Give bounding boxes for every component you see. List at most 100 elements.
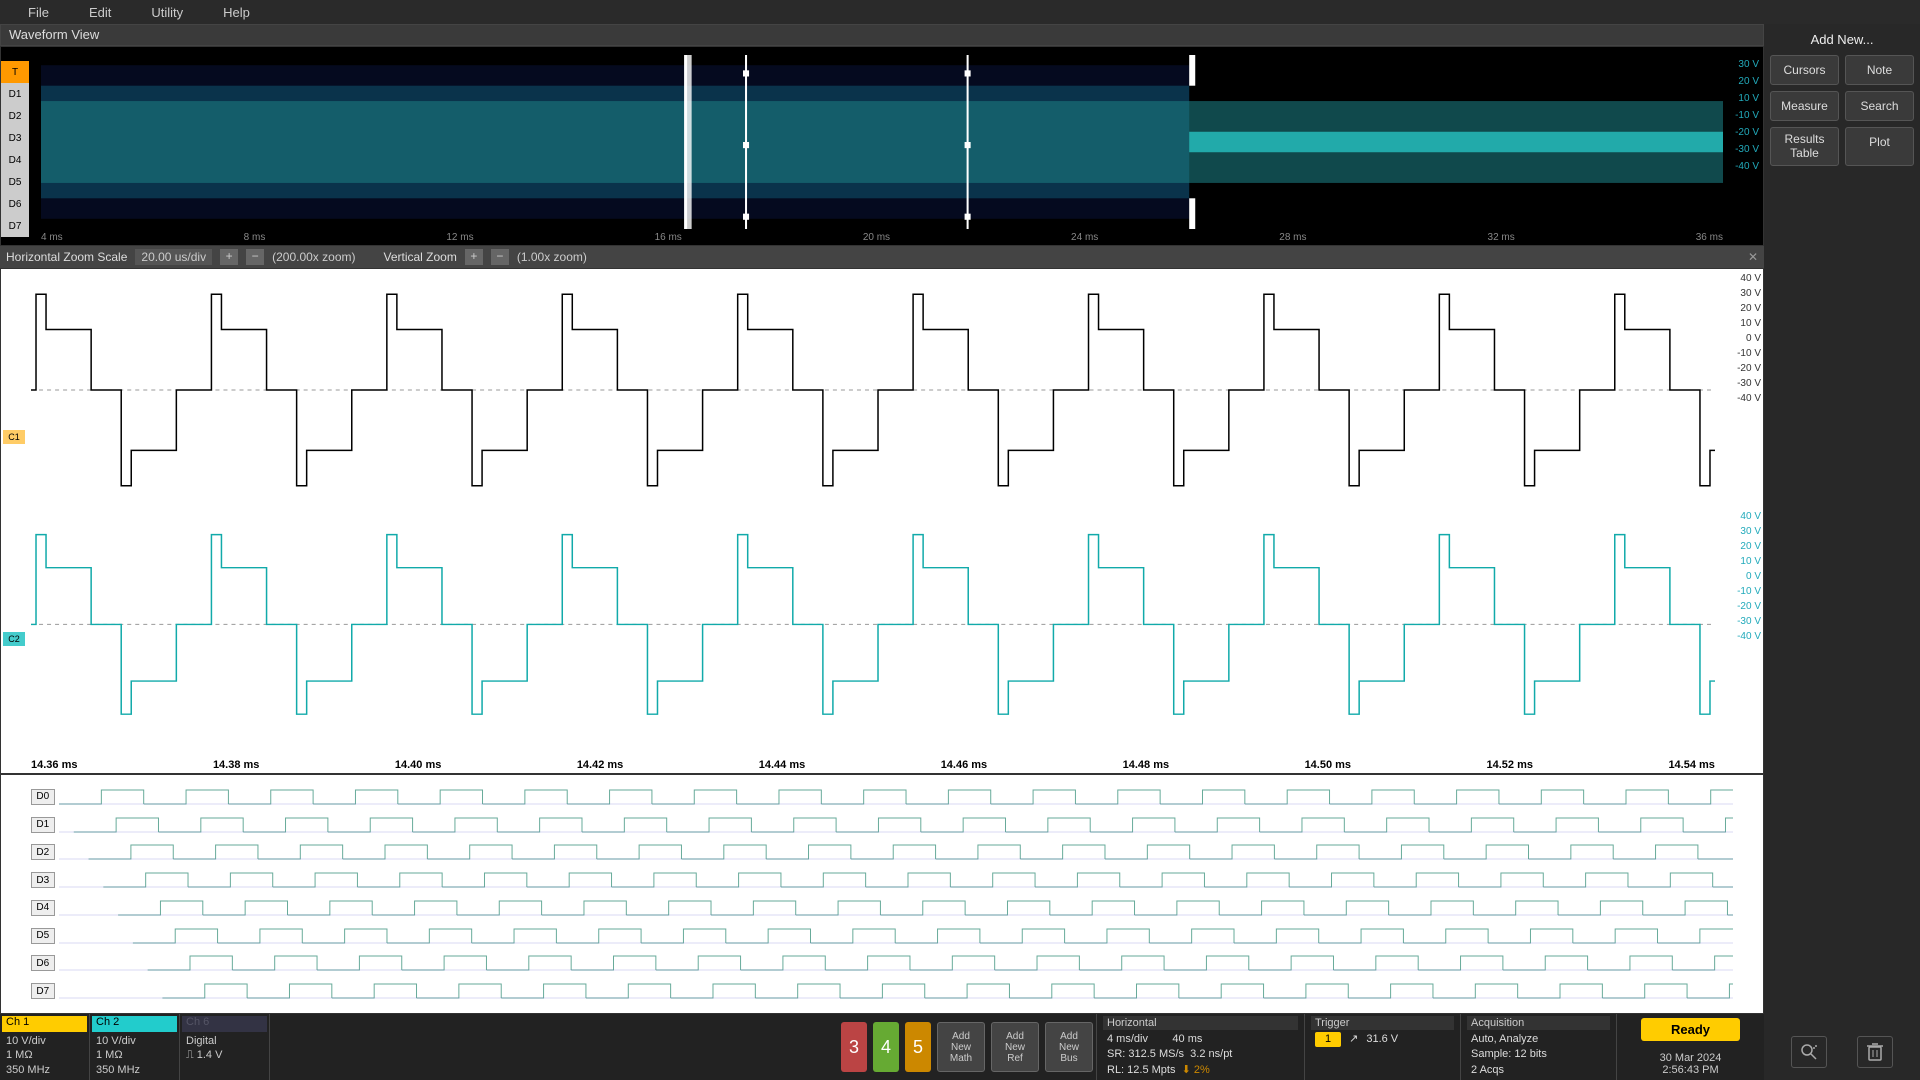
wf-scale2: -20 V: [1737, 601, 1761, 612]
ch6-panel[interactable]: Ch 6 Digital ⎍ 1.4 V: [180, 1014, 270, 1080]
ch2-panel[interactable]: Ch 2 10 V/div 1 MΩ 350 MHz: [90, 1014, 180, 1080]
wf-time: 14.54 ms: [1668, 759, 1714, 771]
overview-d4-label[interactable]: D4: [1, 149, 29, 171]
menu-utility[interactable]: Utility: [131, 5, 203, 20]
digital-label: D1: [31, 817, 55, 833]
waveform-main[interactable]: C1 C2 40 V 30 V 20 V: [0, 268, 1764, 774]
digital-label: D6: [31, 955, 55, 971]
overview-d6-label[interactable]: D6: [1, 193, 29, 215]
cursors-button[interactable]: Cursors: [1770, 55, 1839, 85]
digital-row-d1[interactable]: D1: [31, 811, 1733, 839]
add-new-header: Add New...: [1770, 30, 1914, 49]
bottom-bar: Ch 1 10 V/div 1 MΩ 350 MHz Ch 2 10 V/div…: [0, 1014, 1764, 1080]
wf-time: 14.36 ms: [31, 759, 77, 771]
wf-scale1: -30 V: [1737, 378, 1761, 389]
wf-scale1: -40 V: [1737, 393, 1761, 404]
wf-time: 14.48 ms: [1123, 759, 1169, 771]
acquisition-panel[interactable]: Acquisition Auto, Analyze Sample: 12 bit…: [1460, 1014, 1616, 1080]
hzoom-minus[interactable]: −: [246, 249, 264, 265]
digital-row-d3[interactable]: D3: [31, 866, 1733, 894]
ov-scale-v: -40 V: [1735, 161, 1759, 172]
ch6-tab[interactable]: Ch 6: [182, 1016, 267, 1032]
horizontal-panel[interactable]: Horizontal 4 ms/div 40 ms SR: 312.5 MS/s…: [1096, 1014, 1304, 1080]
wf-time: 14.50 ms: [1305, 759, 1351, 771]
ch2-scale: 10 V/div: [96, 1034, 173, 1048]
menu-edit[interactable]: Edit: [69, 5, 131, 20]
digital-row-d7[interactable]: D7: [31, 977, 1733, 1005]
ov-time: 36 ms: [1696, 232, 1723, 243]
note-button[interactable]: Note: [1845, 55, 1914, 85]
date-display: 30 Mar 2024: [1660, 1052, 1722, 1064]
ov-scale-v: -10 V: [1735, 110, 1759, 121]
overview-d2-label[interactable]: D2: [1, 105, 29, 127]
wf-time: 14.44 ms: [759, 759, 805, 771]
trigger-header: Trigger: [1311, 1016, 1454, 1030]
wf-scale1: 0 V: [1737, 333, 1761, 344]
ch2-badge[interactable]: C2: [3, 632, 25, 646]
right-sidebar: Add New... Cursors Note Measure Search R…: [1764, 24, 1920, 1080]
add-math-button[interactable]: AddNewMath: [937, 1022, 985, 1072]
menu-file[interactable]: File: [8, 5, 69, 20]
add-ch5-button[interactable]: 5: [905, 1022, 931, 1072]
digital-label: D5: [31, 928, 55, 944]
add-ch3-button[interactable]: 3: [841, 1022, 867, 1072]
ch1-tab[interactable]: Ch 1: [2, 1016, 87, 1032]
plot-button[interactable]: Plot: [1845, 127, 1914, 166]
digital-row-d0[interactable]: D0: [31, 783, 1733, 811]
ch2-tab[interactable]: Ch 2: [92, 1016, 177, 1032]
vzoom-label: Vertical Zoom: [383, 250, 456, 264]
ov-scale-v: -20 V: [1735, 127, 1759, 138]
hzoom-factor: (200.00x zoom): [272, 250, 355, 264]
results-table-button[interactable]: ResultsTable: [1770, 127, 1839, 166]
digital-row-d5[interactable]: D5: [31, 922, 1733, 950]
measure-button[interactable]: Measure: [1770, 91, 1839, 121]
wf-scale2: -40 V: [1737, 631, 1761, 642]
search-button[interactable]: Search: [1845, 91, 1914, 121]
trigger-level: 31.6 V: [1366, 1032, 1398, 1047]
trigger-panel[interactable]: Trigger 1 ↗ 31.6 V: [1304, 1014, 1460, 1080]
trash-icon[interactable]: [1857, 1036, 1893, 1068]
ch2-bw: 350 MHz: [96, 1063, 173, 1077]
overview-d1-label[interactable]: D1: [1, 83, 29, 105]
ch1-badge[interactable]: C1: [3, 430, 25, 444]
add-bus-button[interactable]: AddNewBus: [1045, 1022, 1093, 1072]
zoom-search-icon[interactable]: [1791, 1036, 1827, 1068]
ov-time: 32 ms: [1488, 232, 1515, 243]
digital-row-d4[interactable]: D4: [31, 894, 1733, 922]
hzoom-label: Horizontal Zoom Scale: [6, 250, 127, 264]
ov-scale-v: -30 V: [1735, 144, 1759, 155]
hzoom-plus[interactable]: +: [220, 249, 238, 265]
ready-button[interactable]: Ready: [1641, 1018, 1740, 1041]
waveform-overview[interactable]: T D1 D2 D3 D4 D5 D6 D7: [0, 46, 1764, 246]
digital-row-d6[interactable]: D6: [31, 950, 1733, 978]
digital-panel[interactable]: C6 D0 D1 D2 D3 D4 D5 D6 D7: [0, 774, 1764, 1014]
overview-d3-label[interactable]: D3: [1, 127, 29, 149]
vzoom-minus[interactable]: −: [491, 249, 509, 265]
digital-row-d2[interactable]: D2: [31, 839, 1733, 867]
zoom-close-icon[interactable]: ✕: [1748, 250, 1758, 264]
vzoom-plus[interactable]: +: [465, 249, 483, 265]
add-ch4-button[interactable]: 4: [873, 1022, 899, 1072]
overview-trigger-marker[interactable]: T: [1, 61, 29, 83]
wf-time: 14.40 ms: [395, 759, 441, 771]
wf-time: 14.42 ms: [577, 759, 623, 771]
vzoom-factor: (1.00x zoom): [517, 250, 587, 264]
ov-time: 12 ms: [446, 232, 473, 243]
overview-d7-label[interactable]: D7: [1, 215, 29, 237]
ov-time: 24 ms: [1071, 232, 1098, 243]
acq-mode: Auto, Analyze: [1471, 1032, 1606, 1047]
menu-help[interactable]: Help: [203, 5, 270, 20]
hzoom-value[interactable]: 20.00 us/div: [135, 249, 212, 265]
add-ref-button[interactable]: AddNewRef: [991, 1022, 1039, 1072]
ov-time: 20 ms: [863, 232, 890, 243]
overview-d5-label[interactable]: D5: [1, 171, 29, 193]
acq-header: Acquisition: [1467, 1016, 1610, 1030]
ov-time: 4 ms: [41, 232, 63, 243]
wf-time: 14.46 ms: [941, 759, 987, 771]
ov-scale-v: 20 V: [1735, 76, 1759, 87]
wf-scale1: -20 V: [1737, 363, 1761, 374]
ch1-panel[interactable]: Ch 1 10 V/div 1 MΩ 350 MHz: [0, 1014, 90, 1080]
ch1-imp: 1 MΩ: [6, 1048, 83, 1062]
digital-label: D0: [31, 789, 55, 805]
digital-label: D7: [31, 983, 55, 999]
